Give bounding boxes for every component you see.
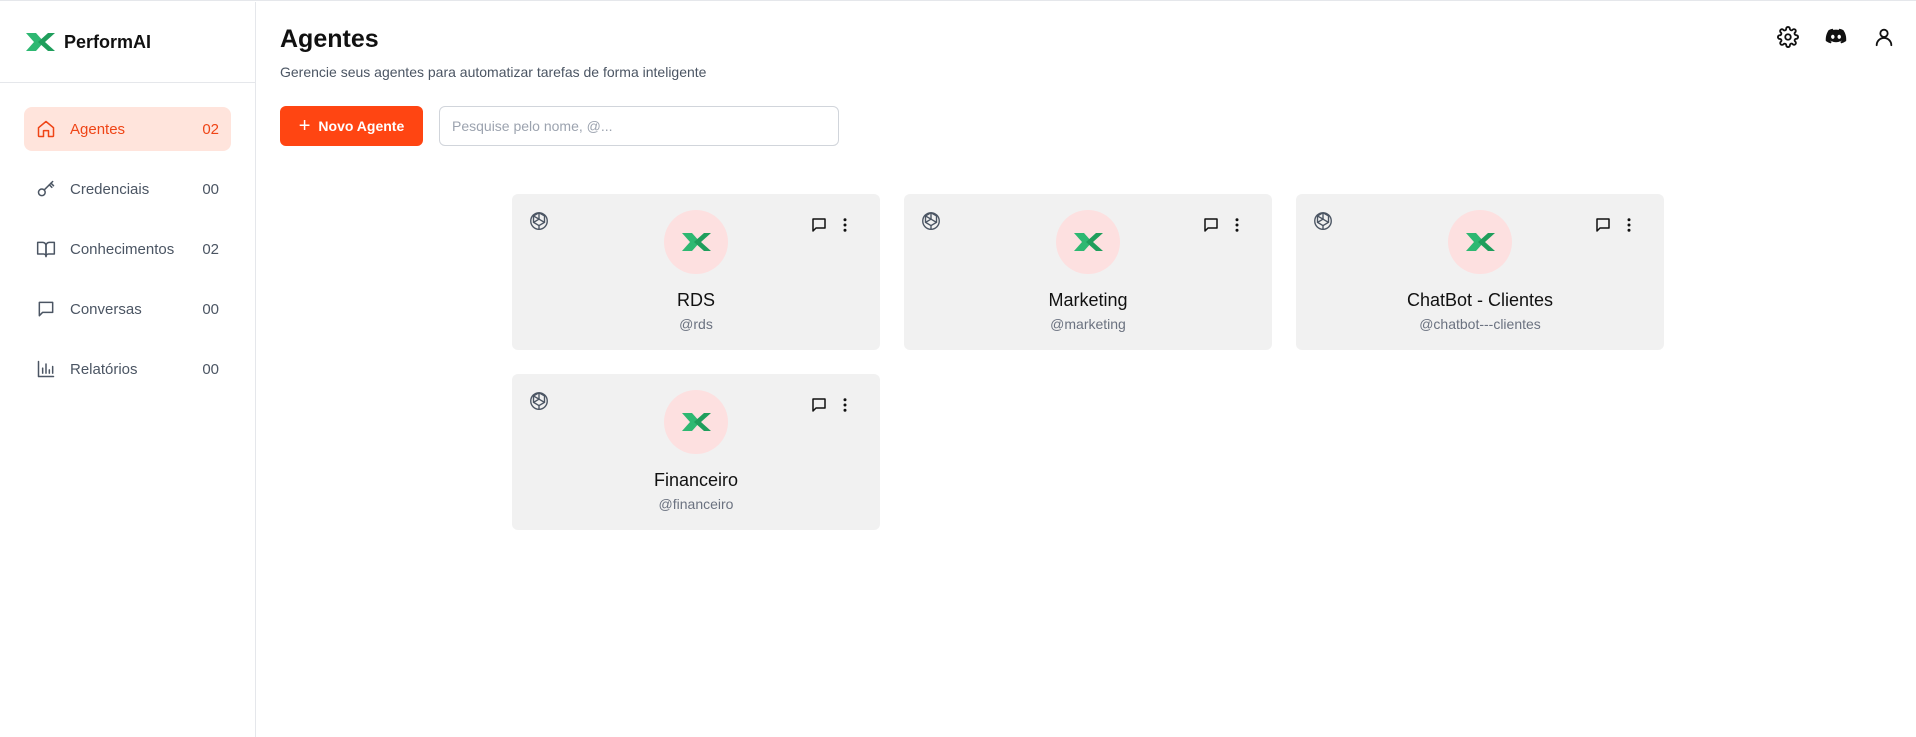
sidebar-item-count: 02: [202, 120, 219, 138]
key-icon: [36, 179, 56, 199]
agent-card[interactable]: Marketing @marketing: [904, 194, 1272, 350]
sidebar-item-count: 00: [202, 180, 219, 198]
top-actions: [1776, 25, 1896, 49]
performai-logo-icon: [682, 413, 711, 431]
openai-icon: [920, 210, 942, 232]
sidebar-item-conversas[interactable]: Conversas 00: [24, 287, 231, 331]
agent-name: RDS: [676, 290, 715, 310]
app-window: PerformAI Agentes 02 Credenciais 00 Conh…: [0, 0, 1916, 737]
agent-handle: @chatbot---clientes: [1419, 316, 1541, 332]
agent-avatar: [1056, 210, 1120, 274]
sidebar-item-credenciais[interactable]: Credenciais 00: [24, 167, 231, 211]
book-icon: [36, 239, 56, 259]
page-title: Agentes: [280, 25, 379, 53]
new-agent-button[interactable]: + Novo Agente: [280, 106, 423, 146]
sidebar-item-relatorios[interactable]: Relatórios 00: [24, 347, 231, 391]
message-icon: [36, 299, 56, 319]
more-vertical-icon[interactable]: [1620, 216, 1638, 234]
chat-icon[interactable]: [810, 216, 828, 234]
agent-avatar: [1448, 210, 1512, 274]
chat-icon[interactable]: [810, 396, 828, 414]
sidebar-item-conhecimentos[interactable]: Conhecimentos 02: [24, 227, 231, 271]
bar-chart-icon: [36, 359, 56, 379]
chat-icon[interactable]: [1202, 216, 1220, 234]
sidebar: PerformAI Agentes 02 Credenciais 00 Conh…: [0, 2, 256, 737]
sidebar-item-label: Credenciais: [70, 180, 150, 198]
agent-handle: @marketing: [1050, 316, 1126, 332]
agent-name: Financeiro: [653, 470, 739, 490]
performai-logo-icon: [1074, 233, 1103, 251]
performai-logo-icon: [26, 33, 55, 51]
plus-icon: +: [298, 115, 311, 137]
search-input[interactable]: [439, 106, 839, 146]
performai-logo-icon: [682, 233, 711, 251]
agents-grid: RDS @rds Marketing @marketing ChatBot - …: [512, 194, 1664, 530]
agent-card[interactable]: Financeiro @financeiro: [512, 374, 880, 530]
agent-name: Marketing: [1048, 290, 1128, 310]
sidebar-item-label: Relatórios: [70, 360, 138, 378]
sidebar-item-count: 00: [202, 300, 219, 318]
openai-icon: [528, 390, 550, 412]
more-vertical-icon[interactable]: [836, 396, 854, 414]
agent-avatar: [664, 210, 728, 274]
more-vertical-icon[interactable]: [836, 216, 854, 234]
agent-handle: @financeiro: [658, 496, 734, 512]
agent-handle: @rds: [679, 316, 713, 332]
sidebar-item-label: Conversas: [70, 300, 142, 318]
new-agent-label: Novo Agente: [318, 118, 405, 134]
performai-logo-icon: [1466, 233, 1495, 251]
home-icon: [36, 119, 56, 139]
agent-card[interactable]: RDS @rds: [512, 194, 880, 350]
chat-icon[interactable]: [1594, 216, 1612, 234]
page-subtitle: Gerencie seus agentes para automatizar t…: [280, 64, 707, 80]
brand[interactable]: PerformAI: [0, 2, 255, 83]
agent-avatar: [664, 390, 728, 454]
gear-icon[interactable]: [1776, 25, 1800, 49]
sidebar-item-count: 00: [202, 360, 219, 378]
discord-icon[interactable]: [1824, 25, 1848, 49]
openai-icon: [1312, 210, 1334, 232]
sidebar-nav: Agentes 02 Credenciais 00 Conhecimentos …: [0, 83, 255, 431]
sidebar-item-label: Agentes: [70, 120, 126, 138]
user-icon[interactable]: [1872, 25, 1896, 49]
brand-name: PerformAI: [64, 31, 152, 52]
sidebar-item-agentes[interactable]: Agentes 02: [24, 107, 231, 151]
sidebar-item-label: Conhecimentos: [70, 240, 175, 258]
agent-card[interactable]: ChatBot - Clientes @chatbot---clientes: [1296, 194, 1664, 350]
more-vertical-icon[interactable]: [1228, 216, 1246, 234]
sidebar-item-count: 02: [202, 240, 219, 258]
agent-name: ChatBot - Clientes: [1406, 290, 1554, 310]
openai-icon: [528, 210, 550, 232]
